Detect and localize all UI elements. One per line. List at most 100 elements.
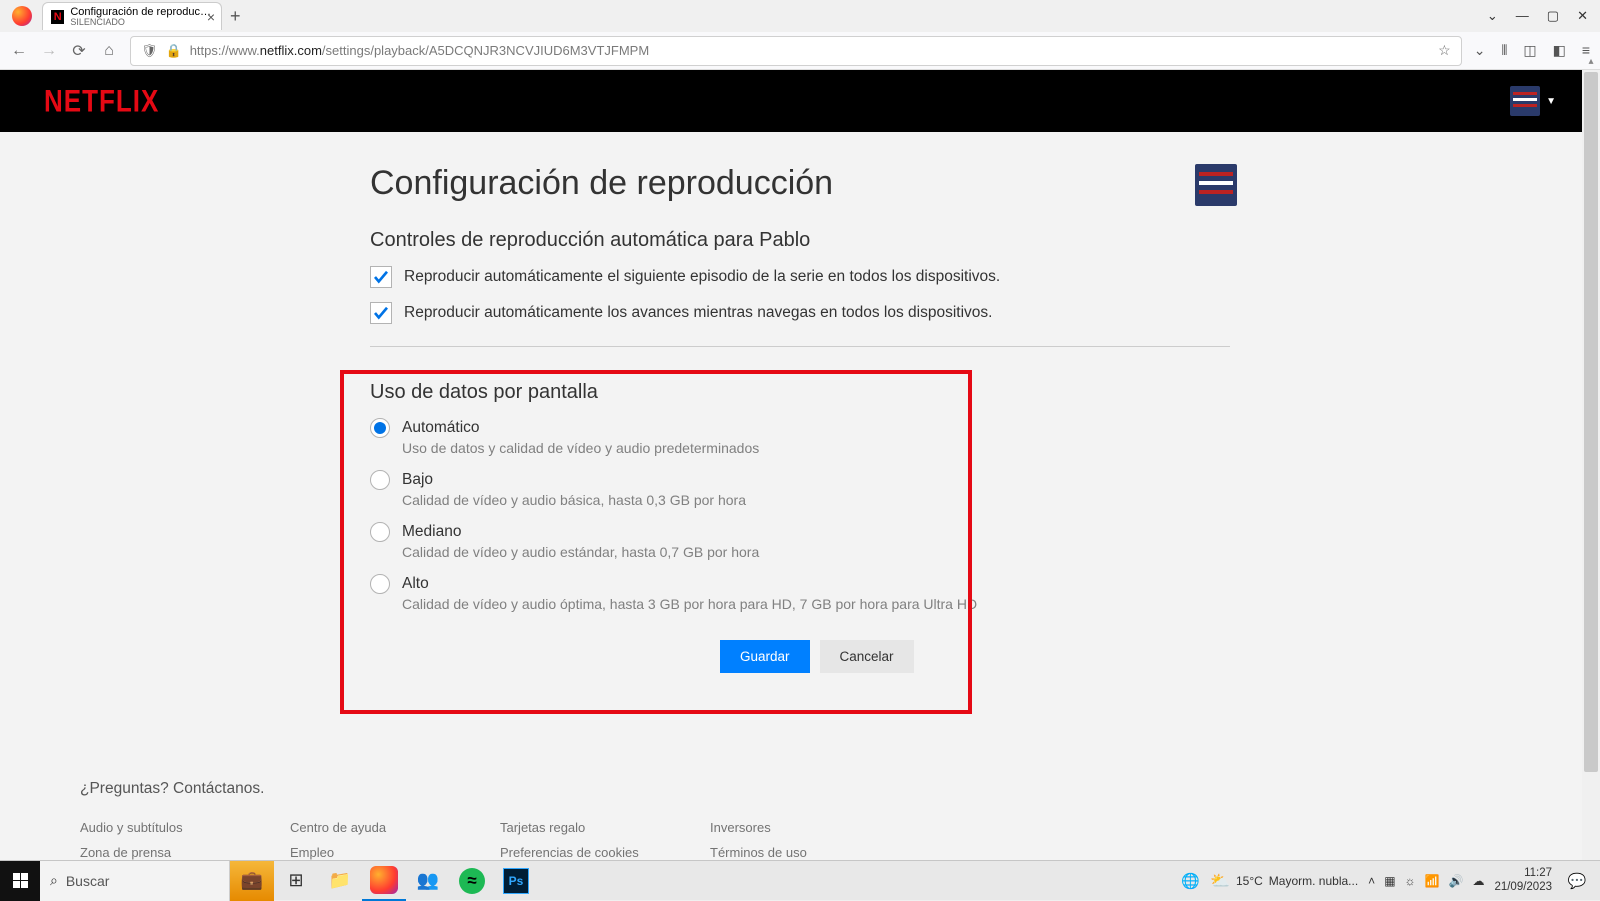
close-window-button[interactable]: ✕	[1577, 8, 1588, 24]
footer-link[interactable]: Términos de uso	[710, 845, 920, 860]
new-tab-button[interactable]: +	[230, 6, 241, 27]
radio-row-auto: Automático Uso de datos y calidad de víd…	[370, 418, 1230, 456]
radio-title: Automático	[402, 419, 480, 437]
taskbar-app-firefox[interactable]	[362, 861, 406, 901]
bookmark-star-icon[interactable]: ☆	[1438, 42, 1451, 59]
search-icon: ⌕	[50, 872, 58, 889]
taskbar-app-briefcase[interactable]: 💼	[230, 861, 274, 901]
tab-title: Configuración de reproducción	[70, 7, 213, 18]
tab-close-icon[interactable]: ×	[207, 9, 215, 25]
language-icon[interactable]: ☼	[1405, 874, 1416, 888]
checkbox-previews[interactable]	[370, 302, 392, 324]
radio-title: Bajo	[402, 471, 433, 489]
check-icon	[372, 304, 390, 322]
section-divider	[370, 346, 1230, 347]
reload-button[interactable]: ⟳	[70, 41, 88, 61]
lock-icon[interactable]: 🔒	[166, 43, 182, 59]
checkbox-label: Reproducir automáticamente el siguiente …	[404, 268, 1000, 286]
netflix-favicon: N	[51, 10, 64, 24]
cancel-button[interactable]: Cancelar	[820, 640, 914, 673]
minimize-button[interactable]: —	[1516, 8, 1529, 24]
forward-button[interactable]: →	[40, 42, 58, 60]
checkbox-label: Reproducir automáticamente los avances m…	[404, 304, 992, 322]
clock-time: 11:27	[1494, 867, 1552, 880]
url-bar[interactable]: 🛡 🔒 https://www.netflix.com/settings/pla…	[130, 36, 1462, 66]
page-title: Configuración de reproducción	[370, 164, 1230, 203]
profile-avatar-large-icon[interactable]	[1195, 164, 1237, 206]
profile-menu[interactable]: ▼	[1510, 86, 1556, 116]
tab-muted-label: SILENCIADO	[70, 18, 213, 27]
scroll-up-icon[interactable]: ▴	[1582, 56, 1600, 67]
radio-row-medium: Mediano Calidad de vídeo y audio estánda…	[370, 522, 1230, 560]
radio-auto[interactable]	[370, 418, 390, 438]
window-controls: ⌄ — ▢ ✕	[1487, 8, 1594, 24]
weather-temp: 15°C	[1236, 874, 1263, 888]
radio-desc: Calidad de vídeo y audio óptima, hasta 3…	[402, 596, 1230, 612]
browser-tab[interactable]: N Configuración de reproducción SILENCIA…	[42, 2, 222, 30]
radio-desc: Calidad de vídeo y audio básica, hasta 0…	[402, 492, 1230, 508]
extensions-icon[interactable]: ◧	[1553, 42, 1566, 59]
chevron-down-icon[interactable]: ⌄	[1487, 8, 1498, 24]
taskbar-clock[interactable]: 11:27 21/09/2023	[1494, 867, 1552, 893]
save-button[interactable]: Guardar	[720, 640, 810, 673]
vertical-scrollbar[interactable]: ▴ ▾	[1582, 70, 1600, 860]
browser-toolbar: ← → ⟳ ⌂ 🛡 🔒 https://www.netflix.com/sett…	[0, 32, 1600, 70]
netflix-header: NETFLIX ▼	[0, 70, 1600, 132]
wifi-icon[interactable]: 📶	[1425, 874, 1440, 888]
radio-row-high: Alto Calidad de vídeo y audio óptima, ha…	[370, 574, 1230, 612]
radio-low[interactable]	[370, 470, 390, 490]
search-placeholder: Buscar	[66, 873, 110, 889]
footer-link[interactable]: Centro de ayuda	[290, 820, 500, 835]
radio-high[interactable]	[370, 574, 390, 594]
check-icon	[372, 268, 390, 286]
battery-icon[interactable]: ☁	[1472, 874, 1484, 888]
taskbar-app-photoshop[interactable]: Ps	[494, 868, 538, 894]
taskbar-app-spotify[interactable]	[450, 868, 494, 894]
autoplay-heading: Controles de reproducción automática par…	[370, 229, 1230, 252]
shield-icon[interactable]: 🛡	[141, 43, 158, 59]
windows-taskbar: ⌕ Buscar 💼 ⊞ 📁 👥 Ps 🌐 ⛅ 15°C Mayorm. nub…	[0, 860, 1600, 900]
meet-now-icon[interactable]: 🌐	[1181, 872, 1200, 890]
taskbar-search[interactable]: ⌕ Buscar	[40, 861, 230, 901]
checkbox-row-previews: Reproducir automáticamente los avances m…	[370, 302, 1230, 324]
volume-icon[interactable]: 🔊	[1448, 874, 1463, 888]
weather-desc: Mayorm. nubla...	[1269, 874, 1358, 888]
spotify-icon	[459, 868, 485, 894]
radio-medium[interactable]	[370, 522, 390, 542]
onedrive-icon[interactable]: ▦	[1384, 874, 1395, 888]
footer-link[interactable]: Preferencias de cookies	[500, 845, 710, 860]
checkbox-row-next-episode: Reproducir automáticamente el siguiente …	[370, 266, 1230, 288]
clock-date: 21/09/2023	[1494, 881, 1552, 894]
start-button[interactable]	[0, 861, 40, 901]
page-body: Configuración de reproducción Controles …	[0, 132, 1600, 860]
taskbar-weather[interactable]: ⛅ 15°C Mayorm. nubla...	[1210, 871, 1358, 891]
footer-link[interactable]: Inversores	[710, 820, 920, 835]
taskbar-app-explorer[interactable]: 📁	[318, 861, 362, 901]
tray-chevron-icon[interactable]: ˄	[1368, 874, 1375, 888]
checkbox-next-episode[interactable]	[370, 266, 392, 288]
back-button[interactable]: ←	[10, 42, 28, 60]
home-button[interactable]: ⌂	[100, 42, 118, 60]
maximize-button[interactable]: ▢	[1547, 8, 1559, 24]
radio-title: Alto	[402, 575, 429, 593]
notifications-button[interactable]: 💬	[1562, 872, 1592, 890]
firefox-icon	[12, 6, 32, 26]
radio-row-low: Bajo Calidad de vídeo y audio básica, ha…	[370, 470, 1230, 508]
sidebar-icon[interactable]: ◫	[1523, 42, 1536, 59]
pocket-icon[interactable]: ⌄	[1474, 42, 1486, 59]
netflix-logo[interactable]: NETFLIX	[44, 82, 159, 119]
radio-desc: Uso de datos y calidad de vídeo y audio …	[402, 440, 1230, 456]
browser-titlebar: N Configuración de reproducción SILENCIA…	[0, 0, 1600, 32]
taskbar-app-teams[interactable]: 👥	[406, 861, 450, 901]
scrollbar-thumb[interactable]	[1584, 72, 1598, 772]
footer-link[interactable]: Tarjetas regalo	[500, 820, 710, 835]
task-view-button[interactable]: ⊞	[274, 861, 318, 901]
profile-avatar-icon	[1510, 86, 1540, 116]
footer-link[interactable]: Audio y subtítulos	[80, 820, 290, 835]
system-tray: ˄ ▦ ☼ 📶 🔊 ☁	[1368, 874, 1484, 888]
footer-link[interactable]: Empleo	[290, 845, 500, 860]
footer-contact-link[interactable]: ¿Preguntas? Contáctanos.	[80, 780, 1353, 798]
footer-link[interactable]: Zona de prensa	[80, 845, 290, 860]
library-icon[interactable]: ⫴	[1501, 42, 1507, 59]
photoshop-icon: Ps	[503, 868, 529, 894]
